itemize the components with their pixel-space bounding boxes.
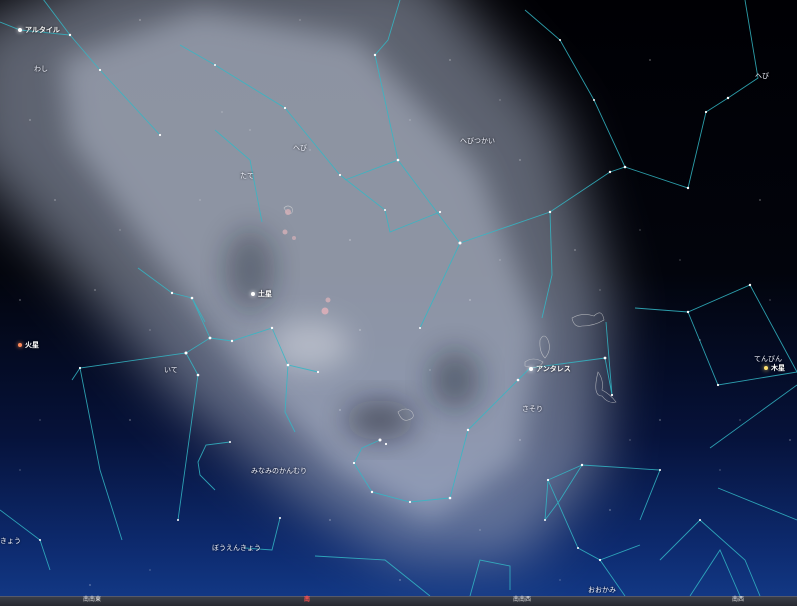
jupiter-label: 木星: [771, 364, 785, 372]
saturn-label: 土星: [258, 290, 272, 298]
jupiter-marker[interactable]: [764, 366, 768, 370]
mars-label: 火星: [25, 341, 39, 349]
constellation-label-hebitsukai: へびつかい: [460, 137, 495, 145]
constellation-label-ookami: おおかみ: [588, 586, 616, 594]
line-libra-2: [687, 311, 797, 386]
line-south-4: [659, 519, 761, 597]
constellation-label-tenbin: てんびん: [754, 355, 782, 363]
line-serpens-caput: [609, 0, 759, 189]
mars-marker[interactable]: [18, 343, 22, 347]
constellation-label-tate: たて: [240, 172, 254, 180]
horizon-bar: [0, 596, 797, 606]
constellation-label-bouenkyou: ぼうえんきょう: [212, 544, 261, 552]
direction-label-south[interactable]: 南: [304, 597, 310, 603]
constellation-label-washi: わし: [34, 65, 48, 73]
line-lupus-4: [599, 544, 641, 561]
constellation-label-hebi: へび: [293, 144, 307, 152]
constellation-label-ite: いて: [164, 366, 178, 374]
line-libra-3: [709, 384, 797, 449]
sky-canvas[interactable]: [0, 0, 797, 606]
milky-way: [0, 0, 610, 560]
line-sagittarius-5: [79, 367, 123, 541]
constellation-label-kenbikyou: きょう: [0, 537, 21, 545]
altair-label: アルタイル: [25, 26, 60, 34]
line-south-3: [469, 559, 511, 597]
constellation-label-sasori: さそり: [522, 405, 543, 413]
antares-label: アンタレス: [536, 365, 571, 373]
line-south-5: [717, 487, 797, 521]
direction-label-sw[interactable]: 南西: [732, 597, 744, 603]
altair-marker[interactable]: [18, 28, 22, 32]
line-corona-australis: [197, 441, 231, 491]
saturn-marker[interactable]: [251, 292, 255, 296]
planetarium-view[interactable]: アルタイル 土星 火星 アンタレス 木星 わし へび へび へびつかい たて い…: [0, 0, 797, 606]
direction-label-ssw[interactable]: 南南西: [513, 597, 531, 603]
constellation-label-hebi-right: へび: [755, 72, 769, 80]
constellation-label-minaminokanmuri: みなみのかんむり: [251, 467, 307, 475]
antares-marker[interactable]: [529, 367, 533, 371]
line-south-6: [689, 549, 741, 597]
line-south-2: [314, 555, 431, 597]
direction-label-sse[interactable]: 南南東: [83, 597, 101, 603]
